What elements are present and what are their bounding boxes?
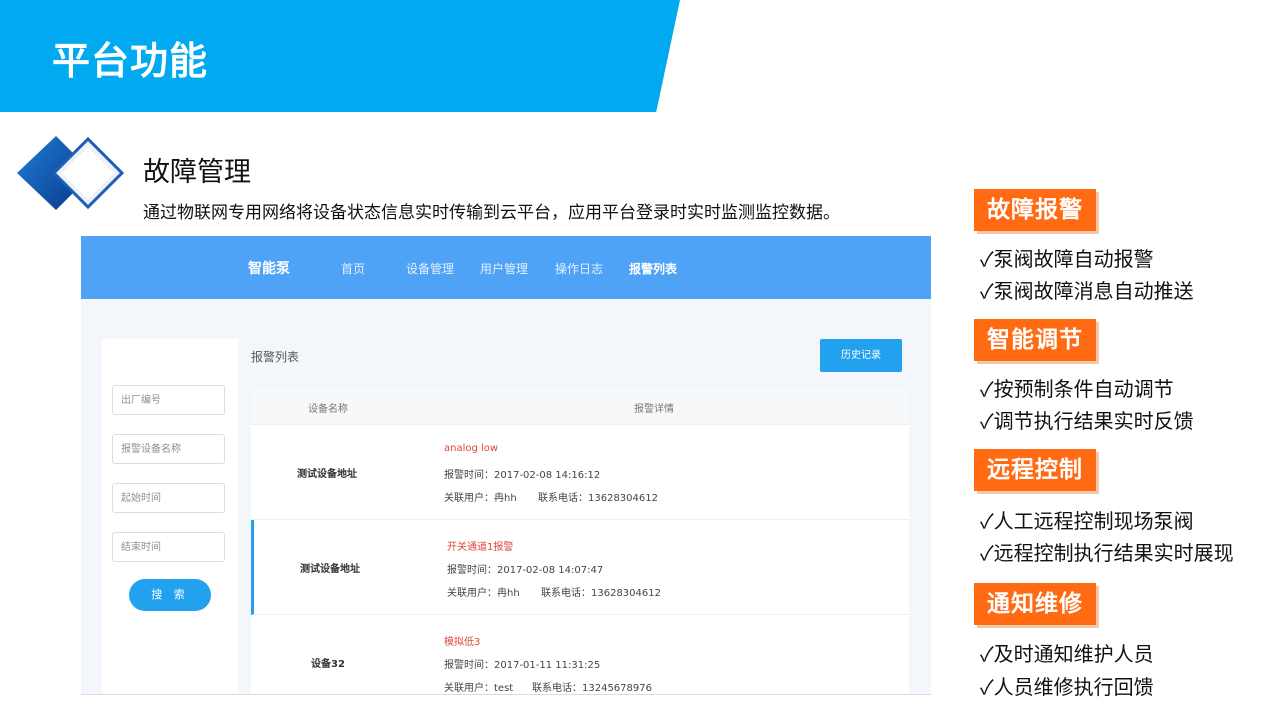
row-phone: 联系电话：13628304612	[541, 588, 661, 599]
feature-item: ✓远程控制执行结果实时展现	[980, 541, 1234, 565]
feature-tag-fault-alarm: 故障报警	[974, 189, 1096, 231]
alarm-table: 设备名称 报警详情 测试设备地址 analog low 报警时间：2017-02…	[251, 388, 909, 694]
column-device-name: 设备名称	[308, 404, 348, 415]
history-button[interactable]: 历史记录	[820, 339, 902, 372]
factory-no-input[interactable]	[112, 385, 225, 415]
feature-item: ✓按预制条件自动调节	[980, 377, 1174, 401]
feature-tag-repair-notice: 通知维修	[974, 583, 1096, 625]
row-phone: 联系电话：13628304612	[538, 493, 658, 504]
row-alarm-text: analog low	[444, 443, 499, 454]
nav-alarm-list[interactable]: 报警列表	[629, 260, 677, 277]
feature-item: ✓泵阀故障消息自动推送	[980, 279, 1194, 303]
row-device-name: 测试设备地址	[300, 564, 360, 575]
feature-item: ✓人工远程控制现场泵阀	[980, 509, 1194, 533]
list-title: 报警列表	[251, 350, 300, 364]
search-button[interactable]: 搜 索	[129, 579, 211, 611]
row-user: 关联用户：冉hh	[447, 588, 520, 599]
page-title: 平台功能	[52, 39, 209, 83]
table-row[interactable]: 测试设备地址 开关通道1报警 报警时间：2017-02-08 14:07:47 …	[251, 520, 909, 615]
start-time-input[interactable]	[112, 483, 225, 513]
row-phone: 联系电话：13245678976	[532, 683, 652, 694]
feature-tag-smart-adjust: 智能调节	[974, 319, 1096, 361]
nav-user-management[interactable]: 用户管理	[480, 260, 528, 277]
row-user: 关联用户：冉hh	[444, 493, 517, 504]
app-brand: 智能泵	[248, 261, 290, 277]
row-alarm-text: 开关通道1报警	[447, 542, 514, 553]
row-user: 关联用户：test	[444, 683, 514, 694]
section-title: 故障管理	[143, 157, 251, 188]
feature-item: ✓人员维修执行回馈	[980, 675, 1154, 699]
table-row[interactable]: 测试设备地址 analog low 报警时间：2017-02-08 14:16:…	[251, 425, 909, 520]
feature-item: ✓调节执行结果实时反馈	[980, 409, 1194, 433]
device-name-input[interactable]	[112, 434, 225, 464]
row-alarm-text: 模拟低3	[444, 637, 481, 648]
row-alarm-time: 报警时间：2017-02-08 14:07:47	[447, 565, 604, 576]
section-description: 通过物联网专用网络将设备状态信息实时传输到云平台，应用平台登录时实时监测监控数据…	[143, 203, 840, 223]
diamond-arrow-icon	[17, 136, 125, 210]
column-alarm-details: 报警详情	[634, 404, 674, 415]
end-time-input[interactable]	[112, 532, 225, 562]
row-device-name: 测试设备地址	[297, 469, 357, 480]
nav-home[interactable]: 首页	[341, 260, 365, 277]
row-alarm-time: 报警时间：2017-02-08 14:16:12	[444, 470, 601, 481]
feature-tag-remote-control: 远程控制	[974, 449, 1096, 491]
filter-sidebar: 搜 索	[102, 339, 238, 694]
nav-operation-log[interactable]: 操作日志	[555, 260, 603, 277]
app-navbar: 智能泵 首页 设备管理 用户管理 操作日志 报警列表	[81, 236, 931, 299]
table-row[interactable]: 设备32 模拟低3 报警时间：2017-01-11 11:31:25 关联用户：…	[251, 615, 909, 694]
row-alarm-time: 报警时间：2017-01-11 11:31:25	[444, 660, 601, 671]
feature-item: ✓泵阀故障自动报警	[980, 247, 1154, 271]
app-screenshot: 智能泵 首页 设备管理 用户管理 操作日志 报警列表 搜 索 报警列表 历史记录…	[81, 236, 931, 695]
nav-device-management[interactable]: 设备管理	[406, 260, 454, 277]
table-header: 设备名称 报警详情	[251, 388, 909, 425]
feature-item: ✓及时通知维护人员	[980, 642, 1154, 666]
row-device-name: 设备32	[311, 659, 345, 670]
